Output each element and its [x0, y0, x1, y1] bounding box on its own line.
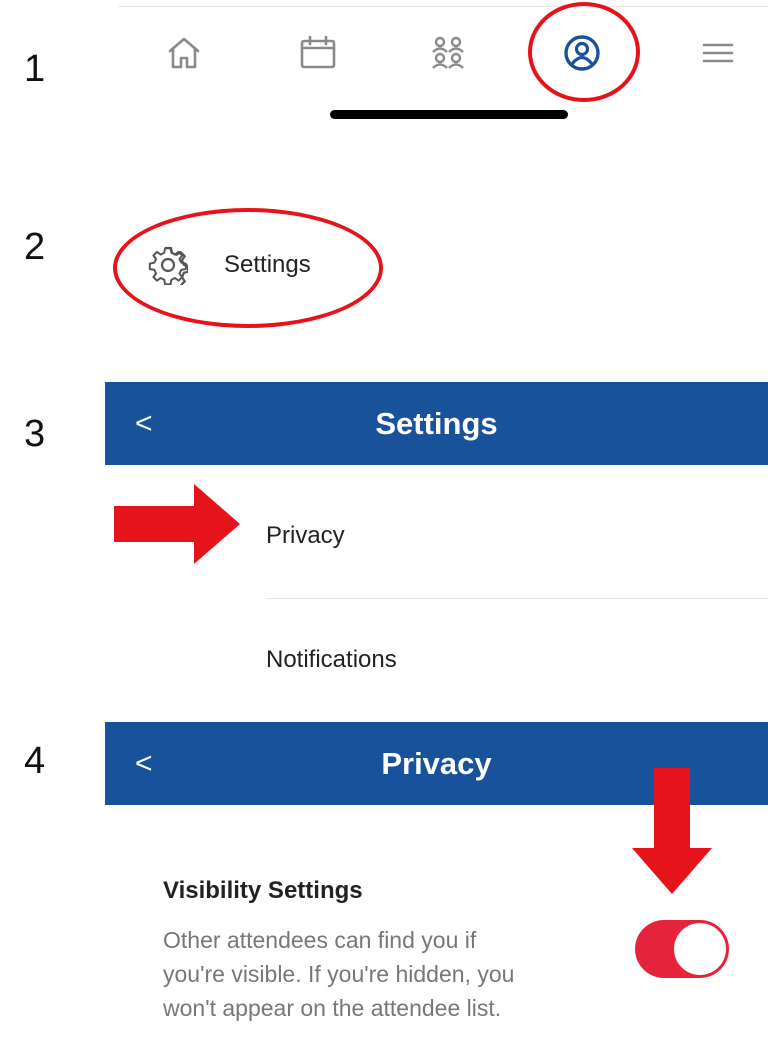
list-item-privacy[interactable]: Privacy — [266, 474, 768, 599]
menu-icon[interactable] — [698, 33, 738, 73]
people-icon[interactable] — [428, 33, 468, 73]
visibility-settings-title: Visibility Settings — [163, 877, 363, 904]
privacy-label: Privacy — [266, 522, 345, 549]
annotation-circle-profile — [528, 2, 640, 102]
home-icon[interactable] — [164, 33, 204, 73]
annotation-arrow-right — [114, 484, 240, 564]
settings-header: < Settings — [105, 382, 768, 465]
toggle-knob — [674, 923, 726, 975]
notifications-label: Notifications — [266, 646, 397, 673]
step-number-1: 1 — [24, 48, 46, 90]
home-indicator — [330, 110, 568, 119]
bottom-tab-bar — [118, 6, 768, 127]
calendar-icon[interactable] — [298, 33, 338, 73]
visibility-settings-description: Other attendees can find you if you're v… — [163, 927, 515, 1021]
step-number-2: 2 — [24, 226, 46, 268]
annotation-circle-settings — [113, 208, 383, 328]
annotation-arrow-down — [632, 768, 712, 894]
visibility-toggle[interactable] — [635, 920, 729, 978]
list-item-notifications[interactable]: Notifications — [266, 598, 768, 723]
step-number-3: 3 — [24, 413, 46, 455]
settings-title: Settings — [375, 405, 498, 441]
step-number-4: 4 — [24, 740, 46, 782]
